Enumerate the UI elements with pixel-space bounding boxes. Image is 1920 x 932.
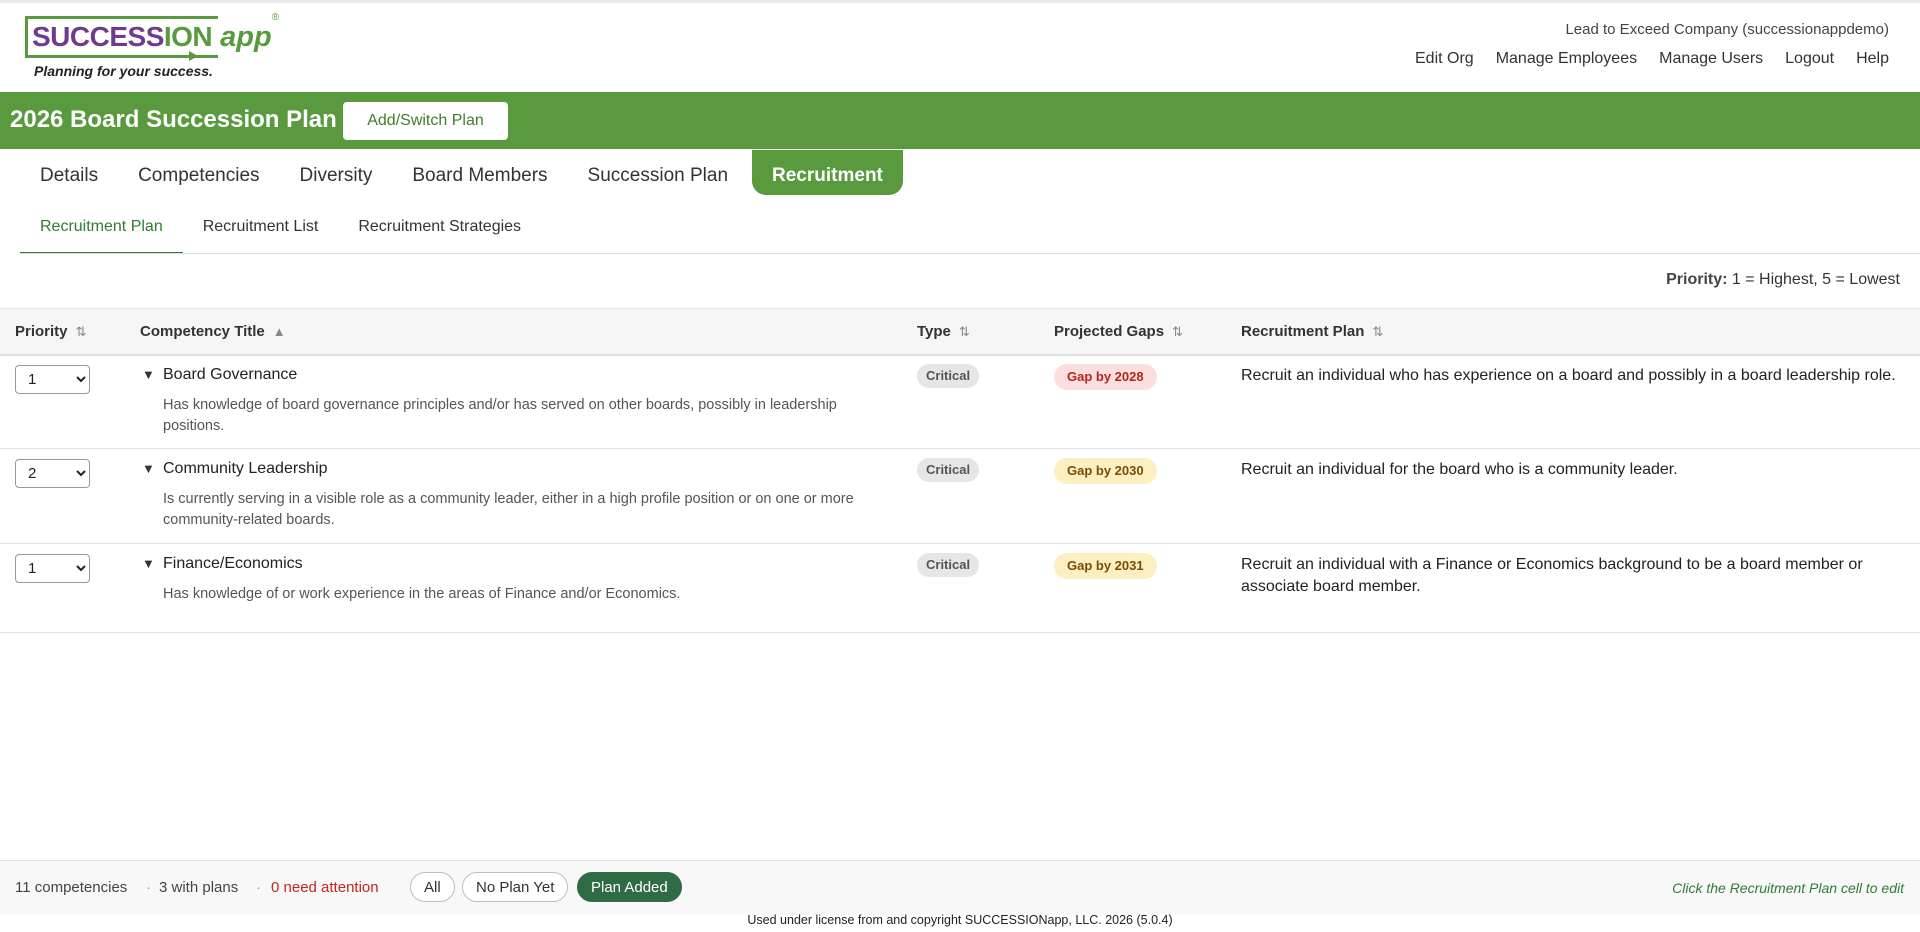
table-row: 12345 ▼ Finance/Economics Has knowledge … bbox=[0, 544, 1920, 633]
type-badge: Critical bbox=[917, 458, 980, 482]
competency-description: Is currently serving in a visible role a… bbox=[163, 491, 854, 528]
successionapp-logo[interactable]: SUCCESSION app® bbox=[25, 12, 279, 61]
recruitment-plan-cell[interactable]: Recruit an individual for the board who … bbox=[1241, 459, 1911, 481]
priority-select[interactable]: 12345 bbox=[15, 459, 90, 488]
expand-toggle-icon[interactable]: ▼ bbox=[142, 556, 155, 571]
recruitment-plan-cell[interactable]: Recruit an individual with a Finance or … bbox=[1241, 554, 1911, 598]
tab-details[interactable]: Details bbox=[20, 150, 118, 195]
tab-recruitment[interactable]: Recruitment bbox=[752, 150, 903, 195]
priority-legend: Priority: 1 = Highest, 5 = Lowest bbox=[1666, 271, 1900, 289]
copyright-footer: Used under license from and copyright SU… bbox=[747, 913, 1173, 927]
competency-description: Has knowledge of board governance princi… bbox=[163, 397, 837, 434]
nav-help[interactable]: Help bbox=[1856, 50, 1889, 68]
company-name: Lead to Exceed Company (successionappdem… bbox=[1565, 21, 1889, 38]
subtab-recruitment-list[interactable]: Recruitment List bbox=[183, 210, 339, 252]
sort-icon: ⇅ bbox=[958, 324, 970, 339]
priority-select[interactable]: 12345 bbox=[15, 554, 90, 583]
expand-toggle-icon[interactable]: ▼ bbox=[142, 461, 155, 476]
separator: · bbox=[146, 879, 151, 896]
sort-icon: ⇅ bbox=[1172, 324, 1183, 339]
table-row: 12345 ▼ Board Governance Has knowledge o… bbox=[0, 355, 1920, 449]
table-header: Priority ⇅ Competency Title ▲ Type ⇅ Projec… bbox=[0, 308, 1920, 356]
tab-board-members[interactable]: Board Members bbox=[392, 150, 567, 195]
col-priority[interactable]: Priority ⇅ bbox=[15, 323, 86, 340]
type-badge: Critical bbox=[917, 553, 980, 577]
priority-legend-label: Priority: bbox=[1666, 271, 1728, 288]
tab-succession-plan[interactable]: Succession Plan bbox=[568, 150, 748, 195]
attention-count: 0 need attention bbox=[271, 879, 379, 896]
status-bar: 11 competencies · 3 with plans · 0 need … bbox=[0, 860, 1920, 915]
nav-edit-org[interactable]: Edit Org bbox=[1415, 50, 1474, 68]
gap-badge: Gap by 2028 bbox=[1054, 364, 1157, 390]
type-badge: Critical bbox=[917, 364, 980, 388]
competency-title: Board Governance bbox=[163, 366, 298, 383]
edit-hint: Click the Recruitment Plan cell to edit bbox=[1672, 880, 1904, 896]
col-recruitment-plan[interactable]: Recruitment Plan ⇅ bbox=[1241, 323, 1383, 340]
table-row: 12345 ▼ Community Leadership Is currentl… bbox=[0, 449, 1920, 544]
logo-wordmark: SUCCESSION bbox=[25, 16, 219, 61]
nav-logout[interactable]: Logout bbox=[1785, 50, 1834, 68]
gap-badge: Gap by 2030 bbox=[1054, 458, 1157, 484]
sort-icon: ⇅ bbox=[1372, 324, 1384, 339]
tagline: Planning for your success. bbox=[34, 63, 213, 79]
filter-plan-added-button[interactable]: Plan Added bbox=[577, 872, 682, 902]
col-type[interactable]: Type ⇅ bbox=[917, 323, 970, 340]
priority-select[interactable]: 12345 bbox=[15, 365, 90, 394]
sort-asc-icon: ▲ bbox=[272, 324, 286, 339]
expand-toggle-icon[interactable]: ▼ bbox=[142, 367, 155, 382]
plans-count: 3 with plans bbox=[159, 879, 239, 896]
gap-badge: Gap by 2031 bbox=[1054, 553, 1157, 579]
logo-arrow-icon bbox=[28, 51, 198, 61]
nav-manage-employees[interactable]: Manage Employees bbox=[1496, 50, 1637, 68]
competency-title: Community Leadership bbox=[163, 460, 328, 477]
competency-count: 11 competencies bbox=[15, 879, 128, 896]
subtab-recruitment-strategies[interactable]: Recruitment Strategies bbox=[338, 210, 541, 252]
sort-icon: ⇅ bbox=[75, 324, 87, 339]
col-projected-gaps[interactable]: Projected Gaps ⇅ bbox=[1054, 323, 1183, 340]
priority-legend-text: 1 = Highest, 5 = Lowest bbox=[1731, 271, 1900, 288]
tab-competencies[interactable]: Competencies bbox=[118, 150, 279, 195]
tab-diversity[interactable]: Diversity bbox=[280, 150, 393, 195]
subtabs-divider bbox=[20, 253, 1920, 254]
registered-mark: ® bbox=[271, 12, 280, 23]
competency-description: Has knowledge of or work experience in t… bbox=[163, 586, 681, 602]
filter-no-plan-button[interactable]: No Plan Yet bbox=[462, 872, 569, 902]
top-nav: Edit Org Manage Employees Manage Users L… bbox=[1415, 50, 1889, 68]
main-tabs: Details Competencies Diversity Board Mem… bbox=[20, 150, 903, 197]
plan-bar: 2026 Board Succession Plan Add/Switch Pl… bbox=[0, 92, 1920, 149]
nav-manage-users[interactable]: Manage Users bbox=[1659, 50, 1763, 68]
separator: · bbox=[256, 879, 261, 896]
competency-title: Finance/Economics bbox=[163, 555, 303, 572]
logo-app-text: app bbox=[220, 21, 272, 53]
sub-tabs: Recruitment Plan Recruitment List Recrui… bbox=[20, 210, 541, 254]
col-competency-title[interactable]: Competency Title ▲ bbox=[140, 323, 286, 340]
app-header: SUCCESSION app® Planning for your success… bbox=[0, 3, 1920, 92]
plan-title: 2026 Board Succession Plan bbox=[10, 106, 337, 133]
filter-all-button[interactable]: All bbox=[410, 872, 455, 902]
add-switch-plan-button[interactable]: Add/Switch Plan bbox=[343, 102, 508, 140]
subtab-recruitment-plan[interactable]: Recruitment Plan bbox=[20, 210, 183, 254]
recruitment-plan-cell[interactable]: Recruit an individual who has experience… bbox=[1241, 365, 1911, 387]
